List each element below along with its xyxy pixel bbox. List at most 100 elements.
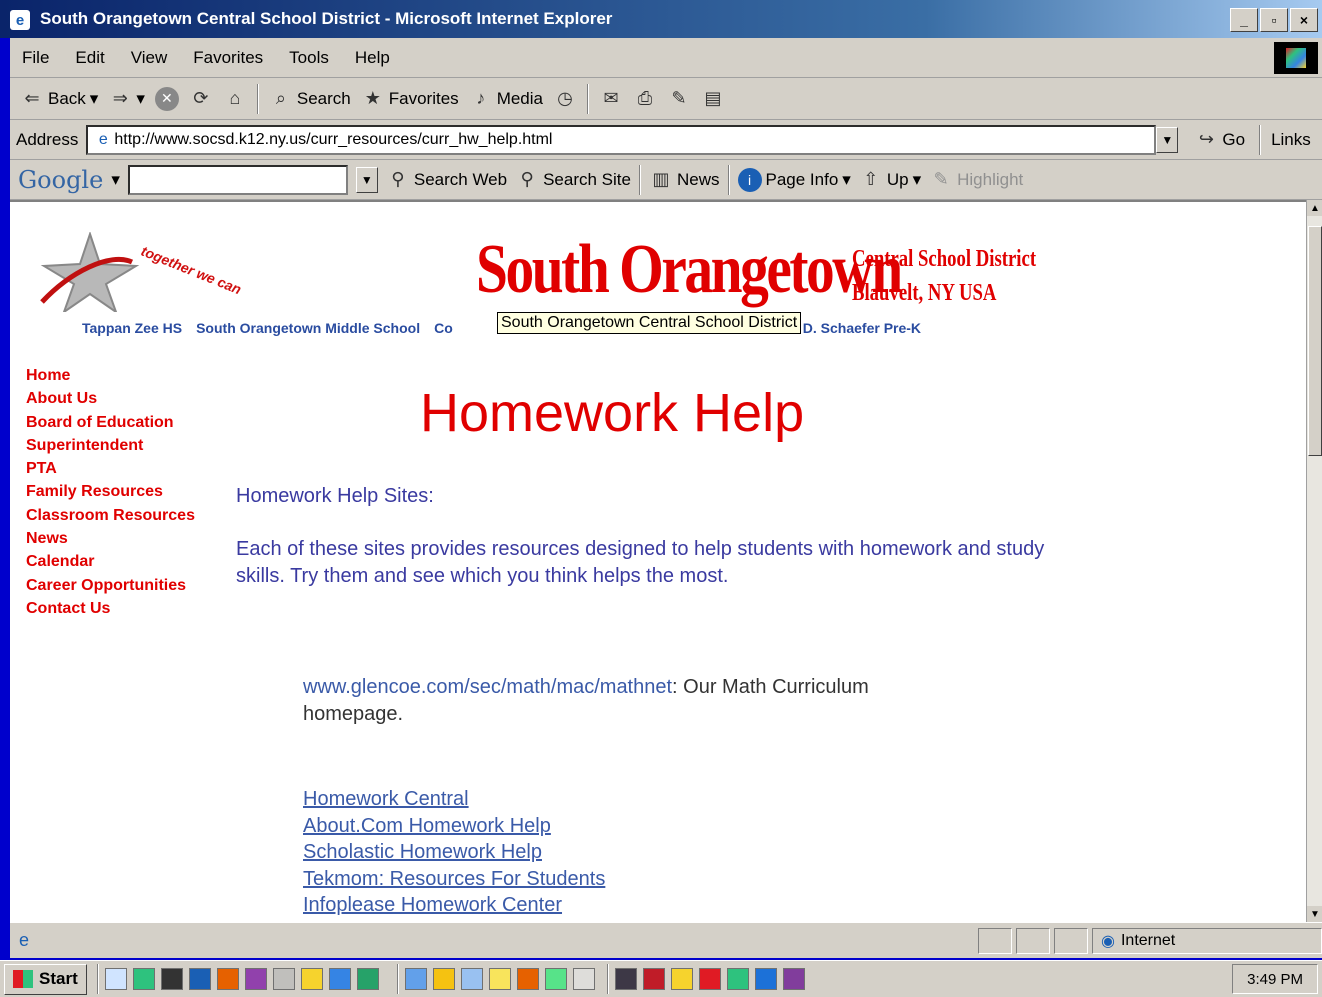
- window-titlebar: e South Orangetown Central School Distri…: [0, 0, 1322, 38]
- nav-item-about-us[interactable]: About Us: [26, 387, 195, 410]
- math-link[interactable]: www.glencoe.com/sec/math/mac/mathnet: [303, 676, 672, 698]
- task-button-folder-icon[interactable]: [488, 968, 511, 990]
- forward-dropdown-icon[interactable]: ▾: [136, 89, 145, 109]
- quicklaunch-app-icon[interactable]: [160, 968, 183, 990]
- close-button[interactable]: ×: [1290, 8, 1318, 32]
- school-link-schaefer[interactable]: D. Schaefer Pre-K: [803, 320, 921, 336]
- search-site-label: Search Site: [543, 169, 631, 189]
- search-web-label: Search Web: [413, 169, 508, 189]
- nav-item-career-opportunities[interactable]: Career Opportunities: [26, 574, 195, 597]
- page-viewport: together we can South Orangetown Central…: [10, 200, 1306, 922]
- minimize-button[interactable]: _: [1230, 8, 1258, 32]
- nav-item-superintendent[interactable]: Superintendent: [26, 434, 195, 457]
- quicklaunch-app-icon[interactable]: [272, 968, 295, 990]
- tray-volume-icon[interactable]: [642, 968, 665, 990]
- forward-button[interactable]: ⇒ ▾: [108, 87, 145, 111]
- link-scholastic-homework-help[interactable]: Scholastic Homework Help: [303, 839, 605, 866]
- quicklaunch-app-icon[interactable]: [132, 968, 155, 990]
- school-link-co[interactable]: Co: [434, 320, 453, 336]
- school-link-middle-school[interactable]: South Orangetown Middle School: [196, 320, 420, 336]
- access-icon[interactable]: [244, 968, 267, 990]
- task-button-icon[interactable]: [432, 968, 455, 990]
- task-button-icon[interactable]: [572, 968, 595, 990]
- media-label: Media: [496, 88, 543, 108]
- address-dropdown-icon[interactable]: ▼: [1156, 126, 1179, 153]
- stop-icon[interactable]: ✕: [154, 86, 179, 111]
- back-dropdown-icon[interactable]: ▾: [90, 89, 99, 109]
- task-button-icon[interactable]: [404, 968, 427, 990]
- search-site-button[interactable]: ⚲ Search Site: [515, 168, 631, 192]
- refresh-icon[interactable]: ⟳: [189, 87, 213, 111]
- excel-icon[interactable]: [356, 968, 379, 990]
- nav-item-news[interactable]: News: [26, 527, 195, 550]
- tooltip: South Orangetown Central School District: [497, 312, 802, 334]
- quicklaunch-app-icon[interactable]: [300, 968, 323, 990]
- links-button[interactable]: Links: [1271, 130, 1311, 150]
- task-button-ie-icon[interactable]: [460, 968, 483, 990]
- task-button-icon[interactable]: [516, 968, 539, 990]
- nav-item-board-of-education[interactable]: Board of Education: [26, 411, 195, 434]
- tray-app-icon[interactable]: [726, 968, 749, 990]
- google-menu-dropdown-icon[interactable]: ▾: [111, 170, 120, 190]
- powerpoint-icon[interactable]: [216, 968, 239, 990]
- tray-app-icon[interactable]: [754, 968, 777, 990]
- scroll-thumb[interactable]: [1308, 226, 1322, 456]
- menu-favorites[interactable]: Favorites: [193, 48, 263, 68]
- search-web-button[interactable]: ⚲ Search Web: [386, 168, 507, 192]
- nav-item-calendar[interactable]: Calendar: [26, 550, 195, 573]
- link-tekmom-resources[interactable]: Tekmom: Resources For Students: [303, 866, 605, 893]
- go-button[interactable]: ↪ Go: [1194, 128, 1245, 152]
- address-label: Address: [16, 129, 79, 149]
- tray-app-icon[interactable]: [782, 968, 805, 990]
- menu-tools[interactable]: Tools: [289, 48, 329, 68]
- page-info-button[interactable]: i Page Info ▾: [737, 167, 851, 192]
- binoculars-icon: ⚲: [391, 169, 405, 189]
- nav-item-pta[interactable]: PTA: [26, 457, 195, 480]
- up-button[interactable]: ⇧ Up ▾: [859, 168, 921, 192]
- highlighter-icon: ✎: [933, 169, 949, 189]
- news-button[interactable]: ▥ News: [649, 168, 719, 192]
- highlight-button[interactable]: ✎ Highlight: [929, 168, 1024, 192]
- taskbar-clock[interactable]: 3:49 PM: [1232, 964, 1318, 994]
- school-link-tappan-zee[interactable]: Tappan Zee HS: [82, 320, 182, 336]
- edit-icon[interactable]: ✎: [667, 87, 691, 111]
- link-about-com-homework-help[interactable]: About.Com Homework Help: [303, 813, 605, 840]
- link-homework-central[interactable]: Homework Central: [303, 786, 605, 813]
- word-icon[interactable]: [188, 968, 211, 990]
- google-search-input[interactable]: [127, 164, 348, 195]
- task-button-icon[interactable]: [544, 968, 567, 990]
- menu-view[interactable]: View: [131, 48, 168, 68]
- restore-button[interactable]: ▫: [1260, 8, 1288, 32]
- tray-acrobat-icon[interactable]: [698, 968, 721, 990]
- nav-item-classroom-resources[interactable]: Classroom Resources: [26, 504, 195, 527]
- menu-file[interactable]: File: [22, 48, 49, 68]
- scroll-up-icon[interactable]: ▲: [1307, 200, 1322, 216]
- nav-item-home[interactable]: Home: [26, 364, 195, 387]
- google-logo[interactable]: Google: [18, 166, 103, 194]
- favorites-button[interactable]: ★ Favorites: [361, 87, 459, 111]
- link-infoplease-homework-center[interactable]: Infoplease Homework Center: [303, 892, 605, 919]
- nav-item-family-resources[interactable]: Family Resources: [26, 480, 195, 503]
- tray-network-icon[interactable]: [614, 968, 637, 990]
- scroll-down-icon[interactable]: ▼: [1307, 906, 1322, 922]
- quicklaunch-desktop-icon[interactable]: [104, 968, 127, 990]
- menu-edit[interactable]: Edit: [75, 48, 104, 68]
- nav-item-contact-us[interactable]: Contact Us: [26, 597, 195, 620]
- internet-explorer-icon[interactable]: [328, 968, 351, 990]
- history-icon[interactable]: ◷: [553, 87, 577, 111]
- home-icon[interactable]: ⌂: [223, 87, 247, 111]
- discuss-icon[interactable]: ▤: [701, 87, 725, 111]
- media-button[interactable]: ♪ Media: [469, 87, 543, 111]
- start-button[interactable]: Start: [4, 963, 87, 995]
- menu-help[interactable]: Help: [355, 48, 390, 68]
- address-input[interactable]: e http://www.socsd.k12.ny.us/curr_resour…: [86, 124, 1157, 155]
- mail-icon[interactable]: ✉: [599, 87, 623, 111]
- vertical-scrollbar[interactable]: ▲ ▼: [1306, 200, 1322, 922]
- page-info-label: Page Info: [765, 169, 839, 189]
- print-icon[interactable]: ⎙: [633, 87, 657, 111]
- back-button[interactable]: ⇐ Back ▾: [20, 87, 98, 111]
- search-button[interactable]: ⌕ Search: [269, 87, 351, 111]
- tray-app-icon[interactable]: [670, 968, 693, 990]
- google-search-dropdown-icon[interactable]: ▼: [355, 166, 378, 193]
- brand-subtitle-line-1: Central School District: [852, 246, 1037, 272]
